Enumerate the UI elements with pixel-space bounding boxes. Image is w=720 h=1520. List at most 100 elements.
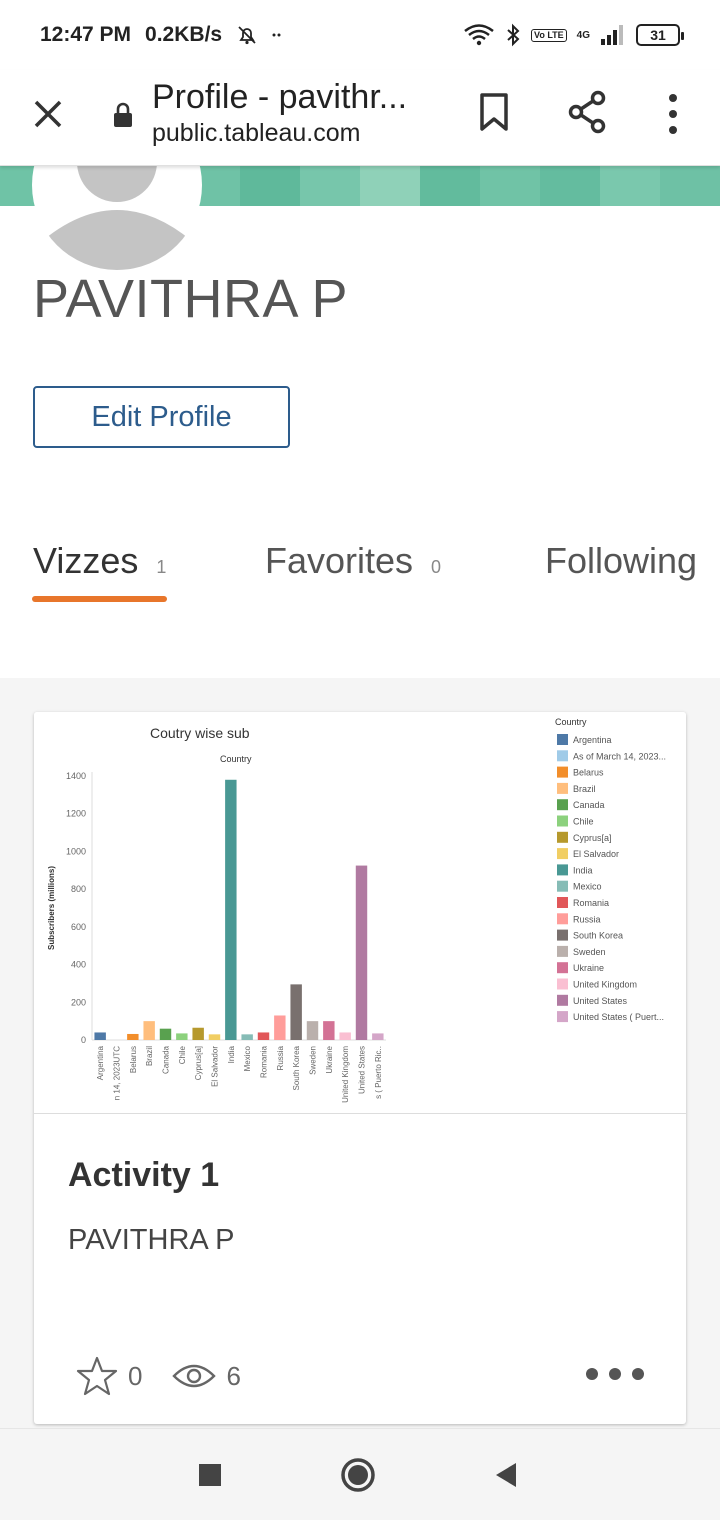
x-tick-label: India xyxy=(227,1045,236,1063)
bar xyxy=(192,1027,204,1040)
lock-icon xyxy=(114,102,132,127)
banner-tile xyxy=(240,166,300,206)
chart-header: Country xyxy=(220,754,252,764)
y-tick-label: 0 xyxy=(81,1035,86,1045)
x-tick-label: Russia xyxy=(276,1045,285,1070)
legend-swatch xyxy=(557,734,568,745)
edit-profile-button[interactable]: Edit Profile xyxy=(33,386,290,448)
legend-label: Brazil xyxy=(573,784,596,794)
bar xyxy=(306,1021,319,1040)
star-icon xyxy=(76,1356,118,1396)
legend-swatch xyxy=(557,1011,568,1023)
y-tick-label: 200 xyxy=(71,997,86,1007)
bar xyxy=(225,779,237,1040)
legend-swatch xyxy=(557,848,568,860)
viz-author[interactable]: PAVITHRA P xyxy=(68,1224,235,1257)
x-tick-label: Canada xyxy=(162,1045,171,1074)
legend-swatch xyxy=(557,913,568,925)
favorite-count: 0 xyxy=(128,1360,143,1391)
y-tick-label: 1000 xyxy=(66,846,86,856)
legend-label: As of March 14, 2023... xyxy=(573,751,666,761)
x-tick-label: Belarus xyxy=(129,1046,138,1073)
share-icon[interactable] xyxy=(566,90,610,134)
bar xyxy=(290,984,302,1040)
legend-swatch xyxy=(557,962,568,974)
legend-label: United States xyxy=(573,996,628,1006)
eye-icon xyxy=(172,1364,217,1388)
legend-label: Ukraine xyxy=(573,963,604,973)
bluetooth-icon xyxy=(507,23,520,47)
bar xyxy=(339,1032,351,1040)
bar xyxy=(176,1033,188,1040)
bar xyxy=(323,1021,335,1040)
status-bar: 12:47 PM 0.2KB/s Vo LTE 4G 31 xyxy=(0,0,720,70)
legend-label: India xyxy=(573,865,593,875)
x-tick-label: Cyprus[a] xyxy=(194,1046,203,1080)
legend-label: Cyprus[a] xyxy=(573,833,612,843)
tab-count: 0 xyxy=(431,557,442,577)
legend-label: United Kingdom xyxy=(573,980,637,990)
x-tick-label: Argentina xyxy=(96,1045,105,1080)
recents-icon[interactable] xyxy=(190,1455,230,1495)
legend-swatch xyxy=(557,799,568,811)
wifi-icon xyxy=(464,24,494,46)
url-bar[interactable]: Profile - pavithr... public.tableau.com xyxy=(152,76,452,148)
legend-label: Argentina xyxy=(573,735,612,745)
tab-count: 1 xyxy=(156,557,167,577)
legend-label: South Korea xyxy=(573,931,623,941)
y-tick-label: 1200 xyxy=(66,809,86,819)
bar xyxy=(143,1021,155,1040)
legend-swatch xyxy=(557,929,568,941)
more-horiz-icon[interactable] xyxy=(582,1364,648,1384)
tab-label: Vizzes xyxy=(33,540,139,581)
legend-swatch xyxy=(557,750,568,762)
page-url: public.tableau.com xyxy=(152,119,361,147)
viz-thumbnail[interactable]: Coutry wise sub Country Subscribers (milli… xyxy=(34,712,686,1114)
home-icon[interactable] xyxy=(338,1455,378,1495)
banner-tile xyxy=(540,166,600,206)
y-tick-label: 600 xyxy=(71,922,86,932)
viz-card[interactable]: Coutry wise sub Country Subscribers (milli… xyxy=(34,712,686,1424)
bar xyxy=(94,1032,106,1040)
favorite-button[interactable]: 0 xyxy=(76,1356,142,1396)
back-icon[interactable] xyxy=(486,1455,526,1495)
legend-label: Belarus xyxy=(573,768,604,778)
banner-tile xyxy=(660,166,720,206)
close-icon xyxy=(34,100,62,128)
y-tick-label: 800 xyxy=(71,884,86,894)
tab-favorites[interactable]: Favorites 0 xyxy=(265,540,441,582)
close-button[interactable] xyxy=(28,94,68,134)
legend-swatch xyxy=(557,766,568,778)
tab-label: Following xyxy=(545,540,698,581)
volte-badge: Vo LTE xyxy=(530,28,567,42)
mute-bell-icon xyxy=(238,26,256,45)
legend-swatch xyxy=(557,831,568,843)
card-footer: 0 6 xyxy=(76,1356,271,1396)
page-title: Profile - pavithr... xyxy=(152,78,408,116)
active-tab-indicator xyxy=(32,596,167,602)
x-tick-label: United States xyxy=(358,1046,367,1094)
x-tick-label: Ukraine xyxy=(325,1045,334,1073)
viz-gallery: Coutry wise sub Country Subscribers (milli… xyxy=(0,678,720,1430)
tab-following[interactable]: Following xyxy=(545,540,697,582)
tab-label: Favorites xyxy=(265,540,414,581)
legend-label: Chile xyxy=(573,817,594,827)
x-tick-label: South Korea xyxy=(292,1045,301,1090)
legend-title: Country xyxy=(555,717,587,727)
tab-vizzes[interactable]: Vizzes 1 xyxy=(33,540,166,582)
bookmark-icon[interactable] xyxy=(474,92,514,132)
view-count: 6 xyxy=(226,1360,241,1391)
legend-swatch xyxy=(557,945,568,957)
legend-swatch xyxy=(557,880,568,892)
more-vert-icon[interactable] xyxy=(658,92,688,136)
banner-tile xyxy=(420,166,480,206)
bar xyxy=(208,1034,221,1040)
status-speed: 0.2KB/s xyxy=(145,23,223,46)
bar xyxy=(372,1033,384,1040)
legend-label: Canada xyxy=(573,800,605,810)
viz-title[interactable]: Activity 1 xyxy=(68,1156,219,1195)
legend-label: El Salvador xyxy=(573,849,619,859)
network-type: 4G xyxy=(576,29,590,41)
x-tick-label: El Salvador xyxy=(211,1046,220,1087)
x-tick-label: United Kingdom xyxy=(341,1046,350,1103)
